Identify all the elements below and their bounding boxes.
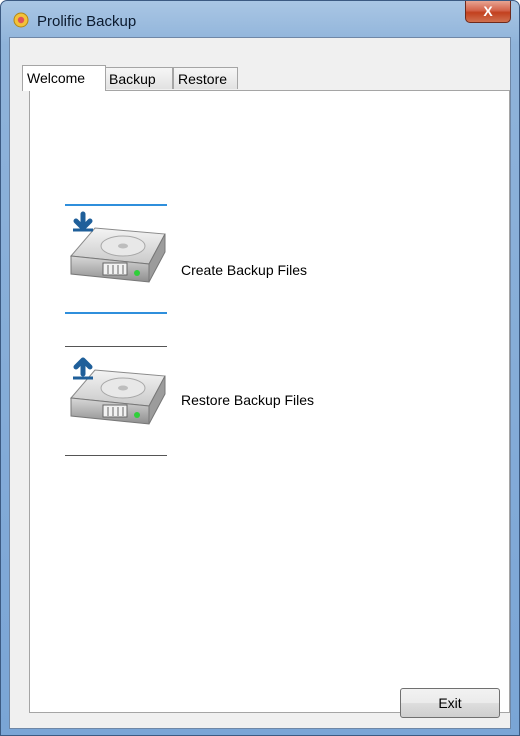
selection-top-line [65, 204, 167, 206]
client-area: Welcome Backup Restore Create Backup Fil… [9, 37, 511, 729]
welcome-panel: Create Backup Files Restore Backup Files [29, 90, 510, 713]
app-logo-icon [13, 12, 29, 28]
action-top-line [65, 346, 167, 347]
app-window: Prolific Backup X Welcome Backup Restore [0, 0, 520, 736]
title-bar[interactable]: Prolific Backup X [1, 1, 519, 37]
tab-welcome[interactable]: Welcome [22, 65, 106, 91]
restore-backup-action[interactable]: Restore Backup Files [65, 346, 365, 456]
exit-button[interactable]: Exit [400, 688, 500, 718]
window-title: Prolific Backup [37, 13, 137, 30]
restore-backup-label: Restore Backup Files [181, 392, 315, 408]
close-button[interactable]: X [465, 1, 511, 23]
selection-bottom-line [65, 312, 167, 314]
drive-upload-icon [69, 357, 166, 425]
drive-download-icon [69, 211, 166, 283]
tab-backup[interactable]: Backup [104, 67, 173, 89]
create-backup-label: Create Backup Files [181, 262, 308, 278]
action-bottom-line [65, 455, 167, 456]
create-backup-action[interactable]: Create Backup Files [65, 204, 365, 314]
tab-restore[interactable]: Restore [173, 67, 238, 89]
